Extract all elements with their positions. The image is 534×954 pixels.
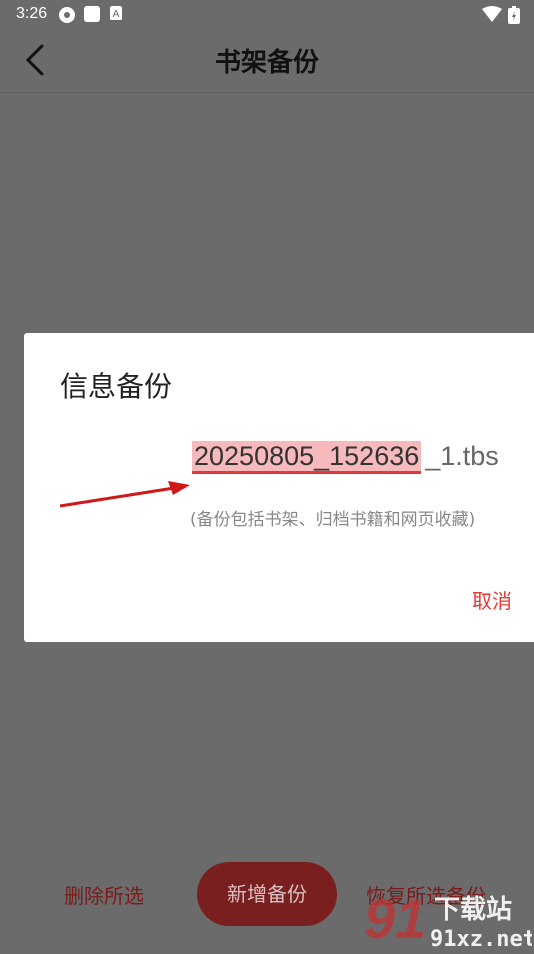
status-time: 3:26 — [16, 5, 48, 22]
status-bar: 3:26 A — [0, 0, 534, 30]
filename-suffix: _1.tbs — [425, 441, 499, 471]
filename-highlight[interactable]: 20250805_152636 — [192, 441, 422, 474]
svg-text:A: A — [113, 9, 120, 20]
app-square-icon — [84, 6, 100, 22]
watermark-logo: 91 下载站 91xz.net — [364, 887, 534, 954]
font-a-icon: A — [110, 6, 122, 20]
app-bar: 书架备份 — [0, 30, 534, 93]
new-backup-button[interactable]: 新增备份 — [197, 862, 337, 926]
watermark-domain: 91xz.net — [430, 927, 532, 950]
location-icon — [59, 7, 75, 23]
cancel-button[interactable]: 取消 — [472, 585, 512, 614]
filename-field[interactable]: 20250805_152636 _1.tbs — [192, 441, 499, 474]
watermark-brand: 下载站 — [434, 895, 512, 925]
watermark-number: 91 — [364, 888, 426, 950]
page-title: 书架备份 — [214, 48, 319, 78]
battery-icon — [508, 6, 520, 24]
watermark-91-icon: 91 下载站 91xz.net — [364, 887, 534, 952]
dialog-title: 信息备份 — [60, 370, 173, 403]
backup-hint: (备份包括书架、归档书籍和网页收藏) — [190, 510, 476, 530]
wifi-icon — [482, 6, 502, 22]
red-arrow-annotation — [59, 481, 190, 508]
delete-selected-button[interactable]: 删除所选 — [64, 880, 144, 909]
